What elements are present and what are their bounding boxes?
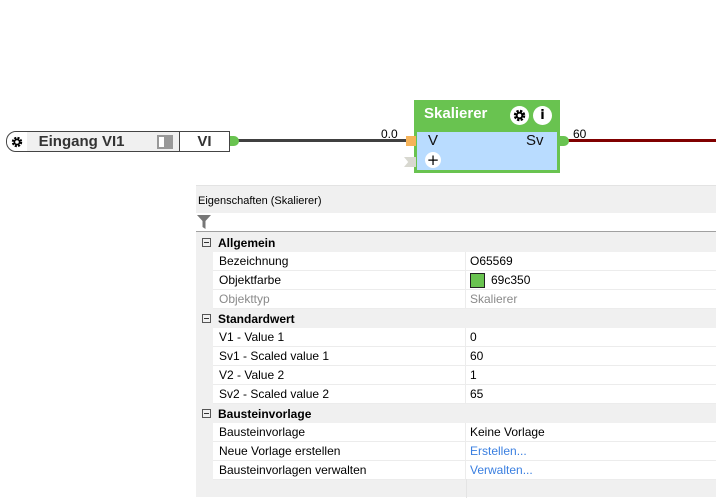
property-row[interactable]: Bausteinvorlage Keine Vorlage [196,423,716,442]
property-name: Bausteinvorlagen verwalten [213,461,466,480]
property-value: Skalierer [470,292,518,306]
property-value[interactable]: O65569 [470,252,513,270]
input-node-output-label: VI [178,132,229,151]
scaler-node-title: Skalierer [424,105,488,122]
category-standardwert[interactable]: Standardwert [196,309,716,328]
property-value-cell[interactable]: 60 [466,347,716,366]
property-name: V1 - Value 1 [213,328,466,347]
column-divider [466,479,467,498]
property-row[interactable]: Objekttyp Skalierer [196,290,716,309]
scaler-node[interactable]: Skalierer i V Sv + [414,100,560,173]
property-row[interactable]: Bezeichnung O65569 [196,252,716,271]
property-link[interactable]: Erstellen... [470,442,527,460]
input-label: V [428,132,439,149]
output-port[interactable] [230,136,239,146]
plus-icon[interactable]: + [425,152,441,168]
property-row[interactable]: Objektfarbe 69c350 [196,271,716,290]
property-row[interactable]: V1 - Value 10 [196,328,716,347]
property-value[interactable]: 0 [470,328,477,346]
property-value-cell[interactable]: Skalierer [466,290,716,309]
property-value[interactable]: 60 [470,347,483,365]
property-value-cell[interactable]: 69c350 [466,271,716,290]
property-value[interactable]: 1 [470,366,477,384]
property-row[interactable]: Sv1 - Scaled value 1 60 [196,347,716,366]
property-name: V2 - Value 2 [213,366,466,385]
input-node-title: Eingang VI1 [38,133,125,150]
collapse-icon[interactable] [202,314,211,323]
property-value[interactable]: 65 [470,385,483,403]
wire-input-value: 0.0 [381,127,398,141]
wire-output[interactable] [568,139,716,142]
property-row[interactable]: Neue Vorlage erstellen Erstellen... [196,442,716,461]
category-allgemein[interactable]: Allgemein [196,233,716,252]
filter-bar[interactable] [196,213,716,232]
property-value-cell[interactable]: Keine Vorlage [466,423,716,442]
input-node[interactable]: Eingang VI1 VI [6,131,230,152]
property-name: Neue Vorlage erstellen [213,442,466,461]
wire-output-value: 60 [573,127,587,141]
property-value-cell[interactable]: 0 [466,328,716,347]
property-row[interactable]: Bausteinvorlagen verwalten Verwalten... [196,461,716,480]
property-grid: Allgemein Bezeichnung O65569 Objektfarbe 69c… [196,233,716,480]
property-row[interactable]: Sv2 - Scaled value 2 65 [196,385,716,404]
property-value-cell[interactable]: 65 [466,385,716,404]
property-value-cell[interactable]: Erstellen... [466,442,716,461]
gear-icon[interactable] [7,132,27,151]
category-label: Allgemein [218,235,276,250]
toggle-icon[interactable] [157,134,173,149]
category-label: Bausteinvorlage [218,406,312,421]
output-label: Sv [526,132,544,149]
property-row[interactable]: V2 - Value 21 [196,366,716,385]
category-bausteinvorlage[interactable]: Bausteinvorlage [196,404,716,423]
panel-title: Eigenschaften (Skalierer) [198,195,322,207]
property-value-cell[interactable]: O65569 [466,252,716,271]
gear-icon[interactable] [510,106,529,125]
info-icon[interactable]: i [533,106,552,125]
property-link[interactable]: Verwalten... [470,461,533,479]
property-value[interactable]: 69c350 [491,271,530,289]
filter-icon[interactable] [197,215,211,229]
color-swatch[interactable] [470,272,485,288]
output-port[interactable] [560,136,569,146]
properties-panel: Eigenschaften (Skalierer) Allgemein Bezei… [196,185,716,498]
input-port[interactable] [406,136,416,146]
property-value-cell[interactable]: Verwalten... [466,461,716,480]
add-input-port[interactable] [404,157,416,167]
property-name: Bezeichnung [213,252,466,271]
collapse-icon[interactable] [202,409,211,418]
property-value-cell[interactable]: 1 [466,366,716,385]
scaler-node-body: V Sv + [417,132,557,170]
property-name: Objekttyp [213,290,466,309]
property-name: Sv2 - Scaled value 2 [213,385,466,404]
property-name: Sv1 - Scaled value 1 [213,347,466,366]
property-name: Objektfarbe [213,271,466,290]
collapse-icon[interactable] [202,238,211,247]
property-name: Bausteinvorlage [213,423,466,442]
property-value[interactable]: Keine Vorlage [470,423,545,441]
category-label: Standardwert [218,311,295,326]
